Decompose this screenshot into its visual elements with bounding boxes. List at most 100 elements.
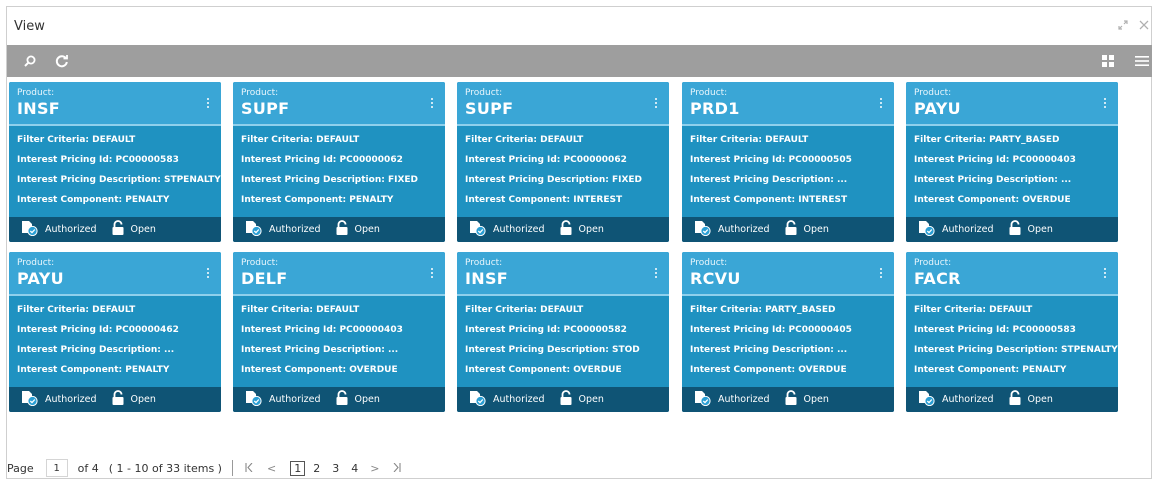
- interest-pricing-id: Interest Pricing Id: PC00000583: [17, 155, 179, 165]
- card-header: Product: PAYU: [9, 252, 221, 296]
- page-link-3[interactable]: 3: [332, 462, 339, 475]
- open-status: Open: [784, 390, 829, 409]
- card-header: Product: SUPF: [457, 82, 669, 126]
- page-link-2[interactable]: 2: [313, 462, 320, 475]
- card-header: Product: FACR: [906, 252, 1118, 296]
- unlock-icon: [335, 220, 355, 239]
- card-body: Filter Criteria: DEFAULT Interest Pricing…: [9, 296, 221, 380]
- interest-component: Interest Component: PENALTY: [241, 195, 394, 205]
- close-icon[interactable]: [1139, 19, 1149, 34]
- interest-pricing-id: Interest Pricing Id: PC00000062: [465, 155, 627, 165]
- card-footer: Authorized Open: [457, 217, 669, 242]
- unlock-icon: [1008, 390, 1028, 409]
- card-body: Filter Criteria: PARTY_BASED Interest Pri…: [682, 296, 894, 380]
- interest-component: Interest Component: OVERDUE: [914, 195, 1071, 205]
- product-code: INSF: [17, 99, 60, 118]
- toolbar: [7, 45, 1152, 77]
- more-options-icon[interactable]: [205, 96, 211, 110]
- prev-page-button[interactable]: <: [267, 462, 276, 475]
- authorized-icon: [918, 390, 942, 409]
- card-header: Product: INSF: [457, 252, 669, 296]
- product-code: DELF: [241, 269, 288, 288]
- list-view-icon[interactable]: [1131, 50, 1152, 72]
- interest-pricing-id: Interest Pricing Id: PC00000062: [241, 155, 403, 165]
- interest-pricing-description: Interest Pricing Description: ...: [17, 345, 175, 355]
- filter-criteria: Filter Criteria: PARTY_BASED: [914, 135, 1060, 145]
- interest-pricing-id: Interest Pricing Id: PC00000403: [914, 155, 1076, 165]
- page-link-4[interactable]: 4: [351, 462, 358, 475]
- search-icon[interactable]: [19, 50, 41, 72]
- product-code: FACR: [914, 269, 961, 288]
- items-summary: ( 1 - 10 of 33 items ): [108, 461, 222, 475]
- unlock-icon: [784, 220, 804, 239]
- more-options-icon[interactable]: [205, 266, 211, 280]
- filter-criteria: Filter Criteria: DEFAULT: [241, 305, 360, 315]
- filter-criteria: Filter Criteria: DEFAULT: [914, 305, 1033, 315]
- product-card[interactable]: Product: PAYU Filter Criteria: PARTY_BASED…: [906, 82, 1118, 242]
- page-label: Page: [7, 461, 34, 475]
- interest-pricing-id: Interest Pricing Id: PC00000582: [465, 325, 627, 335]
- card-footer: Authorized Open: [9, 387, 221, 412]
- more-options-icon[interactable]: [1102, 266, 1108, 280]
- card-header: Product: RCVU: [682, 252, 894, 296]
- interest-component: Interest Component: INTEREST: [690, 195, 848, 205]
- unlock-icon: [111, 390, 131, 409]
- product-label: Product:: [465, 258, 503, 268]
- product-card[interactable]: Product: SUPF Filter Criteria: DEFAULT Inte…: [457, 82, 669, 242]
- product-card[interactable]: Product: INSF Filter Criteria: DEFAULT Inte…: [9, 82, 221, 242]
- filter-criteria: Filter Criteria: DEFAULT: [17, 305, 136, 315]
- product-card[interactable]: Product: FACR Filter Criteria: DEFAULT Inte…: [906, 252, 1118, 412]
- maximize-icon[interactable]: [1117, 19, 1129, 34]
- more-options-icon[interactable]: [429, 266, 435, 280]
- more-options-icon[interactable]: [1102, 96, 1108, 110]
- interest-pricing-description: Interest Pricing Description: STPENALTY: [17, 175, 221, 185]
- open-status: Open: [1008, 220, 1053, 239]
- card-body: Filter Criteria: PARTY_BASED Interest Pri…: [906, 126, 1118, 210]
- unlock-icon: [784, 390, 804, 409]
- unlock-icon: [1008, 220, 1028, 239]
- card-body: Filter Criteria: DEFAULT Interest Pricing…: [9, 126, 221, 210]
- card-header: Product: PRD1: [682, 82, 894, 126]
- product-code: PRD1: [690, 99, 740, 118]
- more-options-icon[interactable]: [878, 266, 884, 280]
- product-card[interactable]: Product: INSF Filter Criteria: DEFAULT Inte…: [457, 252, 669, 412]
- product-card[interactable]: Product: RCVU Filter Criteria: PARTY_BASED…: [682, 252, 894, 412]
- unlock-icon: [111, 220, 131, 239]
- card-header: Product: PAYU: [906, 82, 1118, 126]
- open-status: Open: [111, 390, 156, 409]
- product-card[interactable]: Product: PRD1 Filter Criteria: DEFAULT Inte…: [682, 82, 894, 242]
- first-page-button[interactable]: [245, 462, 253, 475]
- page-number-input[interactable]: [45, 459, 68, 477]
- product-label: Product:: [914, 88, 952, 98]
- divider: [231, 460, 233, 476]
- open-status: Open: [784, 220, 829, 239]
- product-card[interactable]: Product: SUPF Filter Criteria: DEFAULT Inte…: [233, 82, 445, 242]
- product-label: Product:: [914, 258, 952, 268]
- product-card[interactable]: Product: DELF Filter Criteria: DEFAULT Inte…: [233, 252, 445, 412]
- authorized-status: Authorized: [694, 220, 770, 239]
- authorized-status: Authorized: [21, 390, 97, 409]
- filter-criteria: Filter Criteria: DEFAULT: [465, 305, 584, 315]
- grid-view-icon[interactable]: [1097, 50, 1119, 72]
- window-title: View: [14, 18, 45, 34]
- interest-component: Interest Component: PENALTY: [17, 195, 170, 205]
- page-link-1[interactable]: 1: [290, 460, 306, 476]
- more-options-icon[interactable]: [653, 266, 659, 280]
- interest-component: Interest Component: PENALTY: [914, 365, 1067, 375]
- interest-component: Interest Component: INTEREST: [465, 195, 623, 205]
- window-controls: [1117, 19, 1149, 34]
- last-page-button[interactable]: [393, 462, 401, 475]
- product-code: PAYU: [914, 99, 961, 118]
- refresh-icon[interactable]: [51, 50, 73, 72]
- more-options-icon[interactable]: [653, 96, 659, 110]
- filter-criteria: Filter Criteria: PARTY_BASED: [690, 305, 836, 315]
- authorized-icon: [21, 220, 45, 239]
- next-page-button[interactable]: >: [370, 462, 379, 475]
- product-card[interactable]: Product: PAYU Filter Criteria: DEFAULT Inte…: [9, 252, 221, 412]
- filter-criteria: Filter Criteria: DEFAULT: [465, 135, 584, 145]
- card-body: Filter Criteria: DEFAULT Interest Pricing…: [906, 296, 1118, 380]
- more-options-icon[interactable]: [429, 96, 435, 110]
- more-options-icon[interactable]: [878, 96, 884, 110]
- page-count: of 4: [77, 461, 99, 475]
- interest-pricing-description: Interest Pricing Description: FIXED: [241, 175, 419, 185]
